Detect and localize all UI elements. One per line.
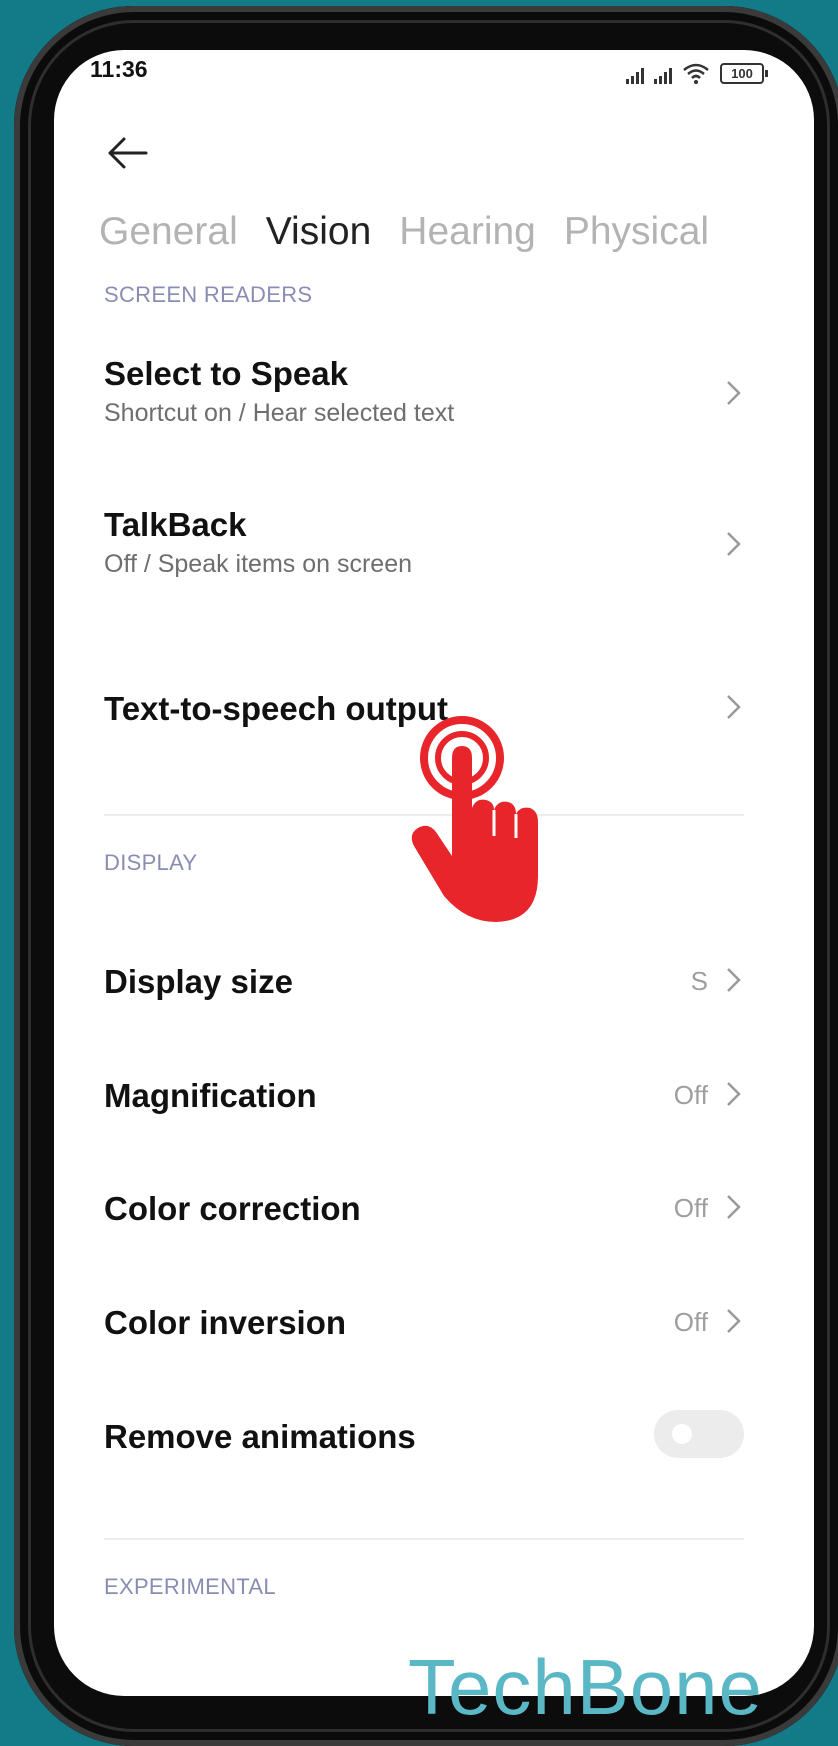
battery-icon: 100: [720, 63, 768, 84]
chevron-right-icon: [727, 1082, 741, 1106]
chevron-right-icon: [727, 968, 741, 992]
item-title: Color inversion: [104, 1304, 347, 1341]
watermark-techbone: TechBone: [408, 1643, 763, 1731]
section-header-screen-readers: SCREEN READERS: [104, 282, 313, 307]
tab-physical[interactable]: Physical: [564, 210, 709, 254]
category-tabs: General Vision Hearing Physical: [99, 210, 709, 254]
item-title: TalkBack: [104, 506, 247, 543]
chevron-right-icon: [727, 1309, 741, 1333]
item-title: Display size: [104, 963, 293, 1000]
tab-vision[interactable]: Vision: [266, 210, 372, 254]
color-correction-item[interactable]: Color correction Off: [104, 1190, 744, 1228]
status-time: 11:36: [90, 56, 148, 82]
item-value: S: [690, 966, 708, 996]
item-title: Color correction: [104, 1190, 361, 1227]
select-to-speak-item[interactable]: Select to Speak Shortcut on / Hear selec…: [104, 355, 744, 428]
color-inversion-item[interactable]: Color inversion Off: [104, 1304, 744, 1342]
display-size-item[interactable]: Display size S: [104, 963, 744, 1001]
tab-hearing[interactable]: Hearing: [399, 210, 536, 254]
section-header-display: DISPLAY: [104, 850, 198, 875]
back-arrow-icon[interactable]: [102, 128, 152, 178]
tab-general[interactable]: General: [99, 210, 238, 254]
toggle-knob: [672, 1424, 692, 1444]
item-title: Select to Speak: [104, 355, 348, 392]
chevron-right-icon: [727, 695, 741, 719]
status-icons: 100: [626, 60, 768, 84]
talkback-item[interactable]: TalkBack Off / Speak items on screen: [104, 506, 744, 579]
item-title: Magnification: [104, 1077, 317, 1114]
item-subtitle: Shortcut on / Hear selected text: [104, 399, 455, 427]
status-bar: 11:36 100: [54, 50, 814, 100]
tap-hand-icon: [411, 716, 538, 922]
chevron-right-icon: [727, 532, 741, 556]
remove-animations-item: Remove animations: [104, 1410, 744, 1458]
divider: [104, 1538, 744, 1540]
chevron-right-icon: [727, 381, 741, 405]
section-header-experimental: EXPERIMENTAL: [104, 1574, 276, 1599]
item-value: Off: [673, 1080, 708, 1110]
chevron-right-icon: [727, 1195, 741, 1219]
wifi-icon: [683, 63, 709, 84]
item-title: Remove animations: [104, 1418, 416, 1455]
remove-animations-toggle[interactable]: [654, 1410, 744, 1458]
signal-icon: [654, 66, 672, 84]
signal-icon: [626, 66, 644, 84]
magnification-item[interactable]: Magnification Off: [104, 1077, 744, 1115]
item-value: Off: [673, 1307, 708, 1337]
item-subtitle: Off / Speak items on screen: [104, 550, 413, 578]
item-value: Off: [673, 1193, 708, 1223]
